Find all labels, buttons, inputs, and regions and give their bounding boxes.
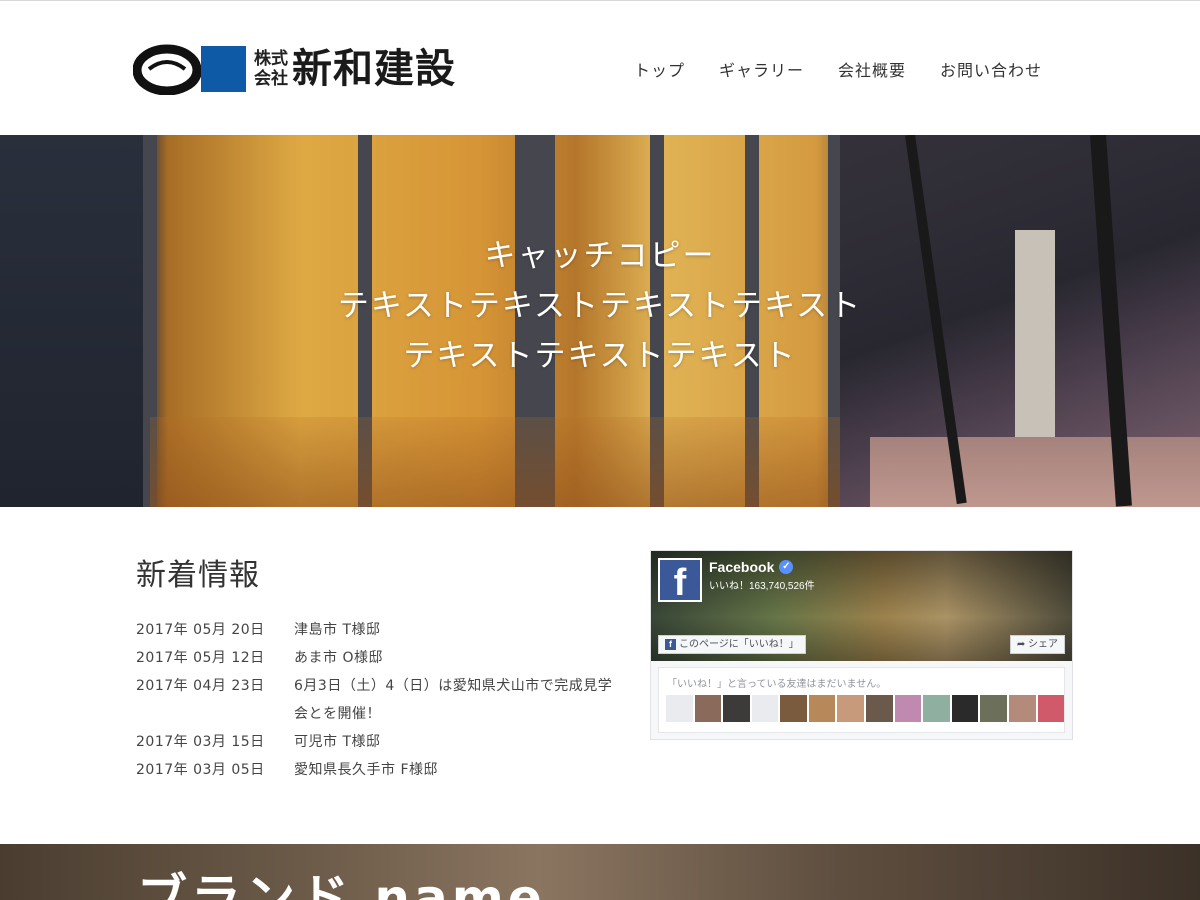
friend-avatar[interactable] (866, 695, 893, 722)
logo-small-top: 株式 (254, 49, 288, 69)
news-item[interactable]: 2017年 05月 20日 津島市 T様邸 (136, 616, 616, 644)
brand-section: ブランド name (0, 844, 1200, 900)
news-title: 新着情報 (136, 558, 260, 593)
brand-title: ブランド name (137, 869, 546, 900)
friend-avatar[interactable] (894, 695, 922, 722)
facebook-friend-avatars (666, 695, 1065, 722)
hero-catchcopy: キャッチコピー テキストテキストテキストテキスト テキストテキストテキスト (0, 231, 1200, 381)
facebook-page-name-text: Facebook (709, 559, 775, 575)
news-date: 2017年 03月 15日 (136, 734, 265, 750)
news-date: 2017年 04月 23日 (136, 678, 265, 694)
friend-avatar[interactable] (1008, 695, 1036, 722)
friend-avatar[interactable] (723, 695, 750, 722)
news-date: 2017年 05月 12日 (136, 650, 265, 666)
friend-avatar[interactable] (780, 695, 807, 722)
news-date: 2017年 03月 05日 (136, 762, 265, 778)
site-header: 株式 会社 新和建設 トップ ギャラリー 会社概要 お問い合わせ (0, 1, 1200, 135)
news-item[interactable]: 2017年 05月 12日 あま市 O様邸 (136, 644, 616, 672)
facebook-share-label: シェア (1028, 639, 1058, 650)
facebook-page-widget: f Facebook ✓ いいね！163,740,526件 f このページに「い… (650, 550, 1073, 740)
nav-gallery[interactable]: ギャラリー (719, 57, 804, 81)
nav-contact[interactable]: お問い合わせ (940, 57, 1042, 81)
facebook-friends-panel: 「いいね！」と言っている友達はまだいません。 (658, 667, 1065, 733)
logo-blue-square (201, 46, 246, 92)
news-text[interactable]: 可児市 T様邸 (294, 728, 616, 756)
hero-line-2: テキストテキストテキストテキスト (337, 288, 863, 324)
friend-avatar[interactable] (751, 695, 779, 722)
facebook-like-count: いいね！163,740,526件 (709, 581, 815, 592)
facebook-logo-icon[interactable]: f (658, 558, 702, 604)
hero-line-3: テキストテキストテキスト (403, 338, 797, 374)
facebook-f-icon: f (665, 639, 676, 650)
nav-top[interactable]: トップ (634, 57, 685, 81)
news-text[interactable]: 津島市 T様邸 (294, 616, 616, 644)
news-text[interactable]: 6月3日（土）4（日）は愛知県犬山市で完成見学会とを開催！ (294, 672, 616, 728)
friend-avatar[interactable] (808, 695, 836, 722)
main-nav: トップ ギャラリー 会社概要 お問い合わせ (634, 57, 1042, 81)
news-section: 新着情報 2017年 05月 20日 津島市 T様邸 2017年 05月 12日… (136, 550, 616, 784)
facebook-page-name[interactable]: Facebook ✓ (709, 559, 794, 575)
friend-avatar[interactable] (980, 695, 1007, 722)
hero-banner: キャッチコピー テキストテキストテキストテキスト テキストテキストテキスト (0, 135, 1200, 507)
news-date: 2017年 05月 20日 (136, 622, 265, 638)
friend-avatar[interactable] (694, 695, 722, 722)
facebook-share-button[interactable]: ➦ シェア (1009, 635, 1065, 654)
verified-badge-icon: ✓ (779, 560, 794, 574)
facebook-cover-photo[interactable]: f Facebook ✓ いいね！163,740,526件 f このページに「い… (651, 551, 1072, 661)
enso-brush-logo-icon (133, 44, 201, 95)
friend-avatar[interactable] (666, 695, 693, 722)
news-item[interactable]: 2017年 03月 15日 可児市 T様邸 (136, 728, 616, 756)
company-logo[interactable]: 株式 会社 新和建設 (133, 43, 456, 95)
facebook-like-button[interactable]: f このページに「いいね！」 (658, 635, 806, 654)
logo-kabushiki-kaisha: 株式 会社 (254, 49, 288, 89)
nav-company[interactable]: 会社概要 (838, 57, 906, 81)
logo-company-name: 新和建設 (292, 46, 456, 92)
facebook-friends-text: 「いいね！」と言っている友達はまだいません。 (667, 679, 887, 690)
friend-avatar[interactable] (951, 695, 979, 722)
news-text[interactable]: 愛知県長久手市 F様邸 (294, 756, 616, 784)
share-arrow-icon: ➦ (1016, 639, 1026, 650)
hero-line-1: キャッチコピー (484, 238, 716, 274)
friend-avatar[interactable] (1037, 695, 1065, 722)
news-item[interactable]: 2017年 03月 05日 愛知県長久手市 F様邸 (136, 756, 616, 784)
news-text[interactable]: あま市 O様邸 (294, 644, 616, 672)
logo-small-bottom: 会社 (254, 69, 288, 89)
friend-avatar[interactable] (923, 695, 950, 722)
facebook-like-label: このページに「いいね！」 (679, 639, 799, 650)
news-item[interactable]: 2017年 04月 23日 6月3日（土）4（日）は愛知県犬山市で完成見学会とを… (136, 672, 616, 728)
friend-avatar[interactable] (837, 695, 865, 722)
